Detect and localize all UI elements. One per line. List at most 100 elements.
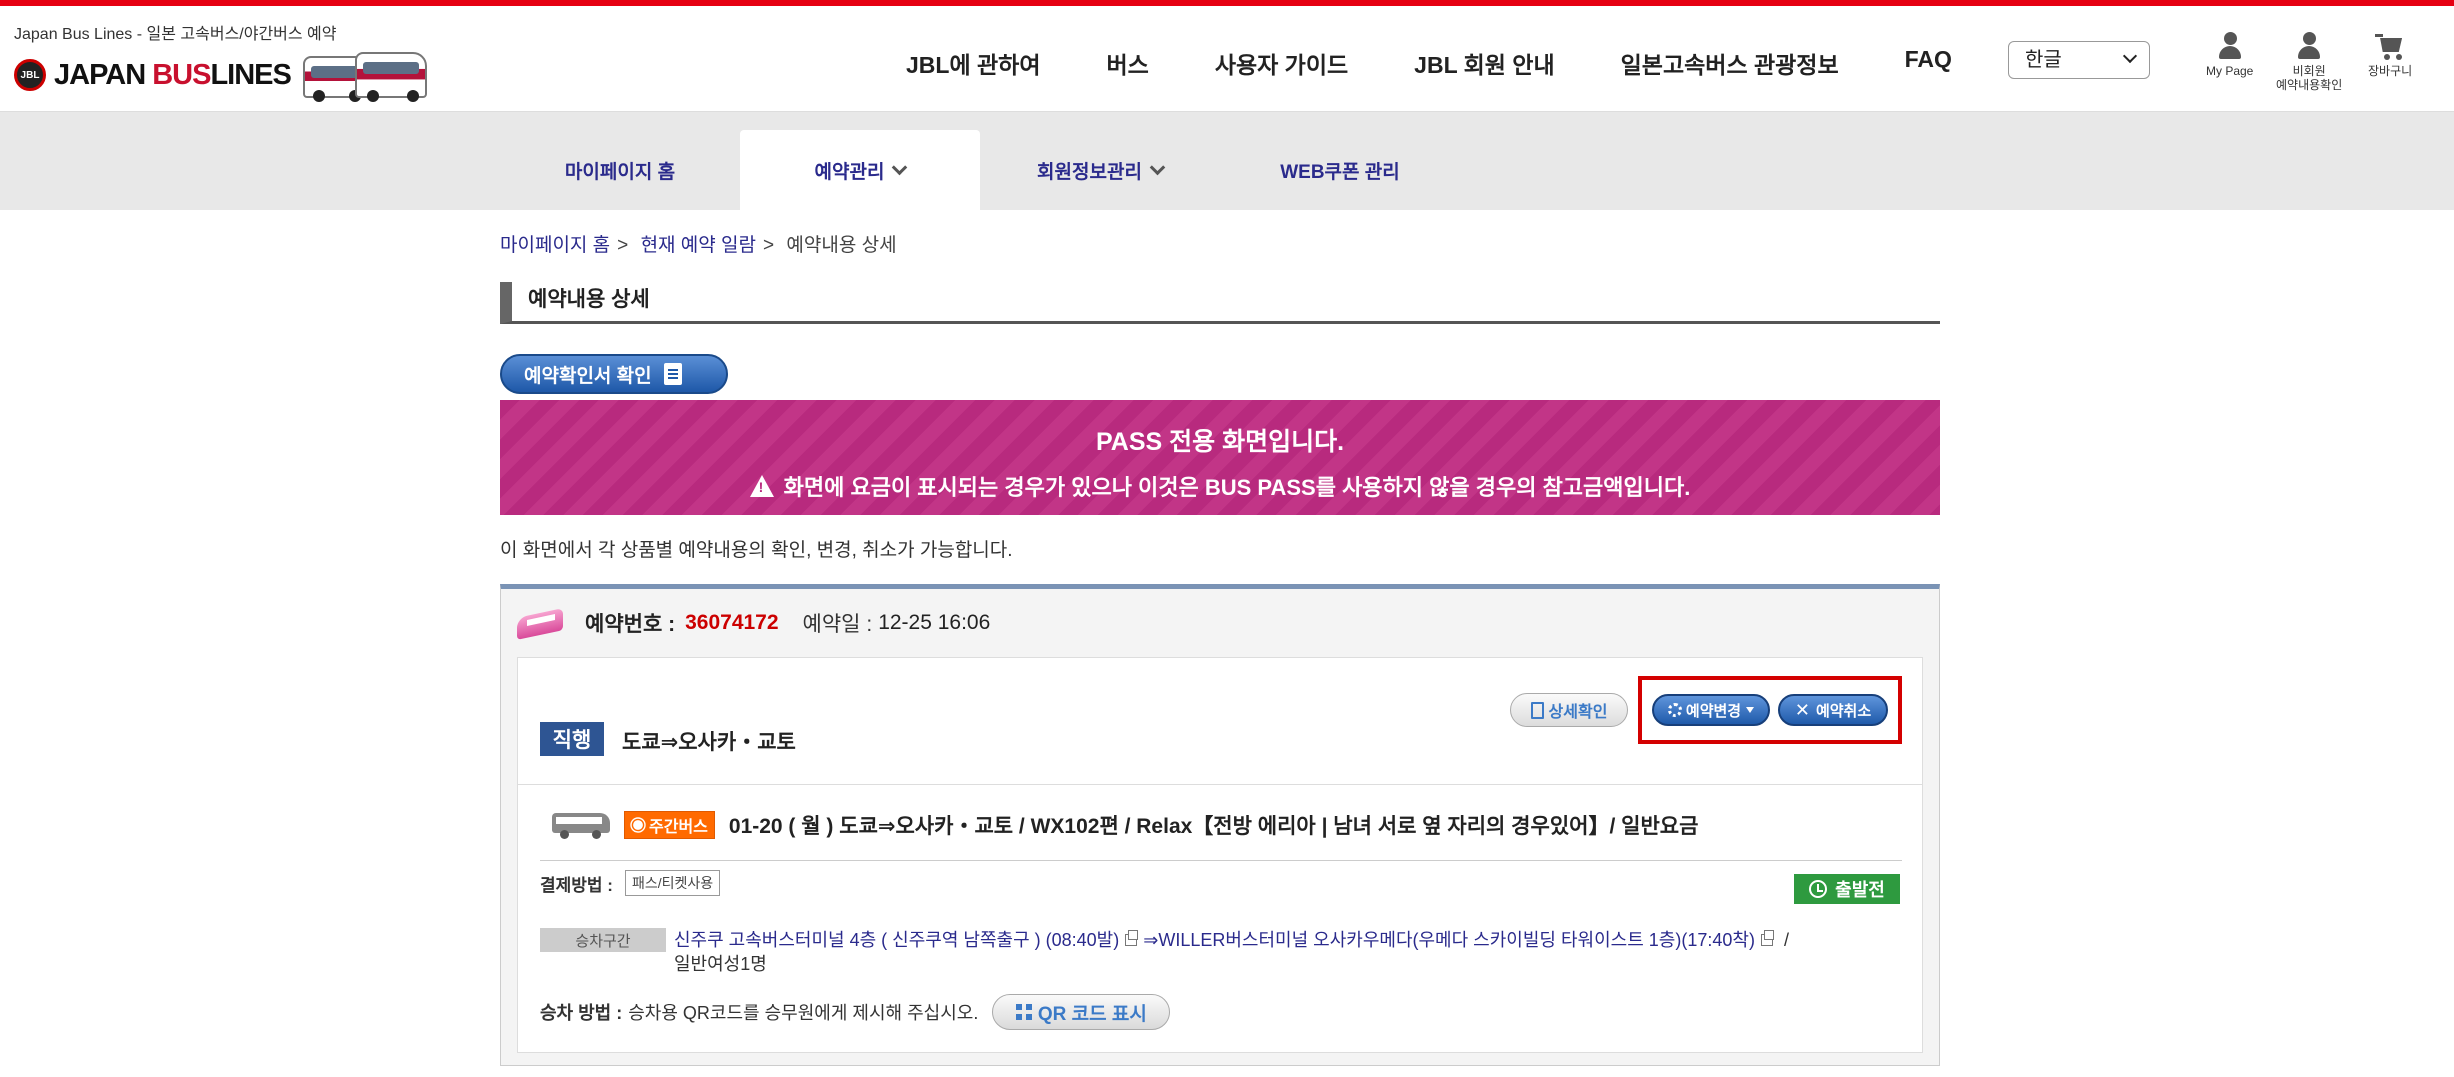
nav-travel-info[interactable]: 일본고속버스 관광정보	[1621, 46, 1839, 80]
segment-divider	[540, 860, 1902, 861]
main-nav: JBL에 관하여 버스 사용자 가이드 JBL 회원 안내 일본고속버스 관광정…	[906, 46, 2018, 80]
banner-warning-text: 화면에 요금이 표시되는 경우가 있으나 이것은 BUS PASS를 사용하지 …	[783, 475, 1691, 500]
departure-stop-link[interactable]: 신주쿠 고속버스터미널 4층 ( 신주쿠역 남쪽출구 ) (08:40발)	[674, 930, 1119, 950]
boarding-section-label: 승차구간	[540, 928, 666, 952]
pass-notice-banner: PASS 전용 화면입니다. 화면에 요금이 표시되는 경우가 있으나 이것은 …	[500, 400, 1940, 515]
guest-reservation-link[interactable]: 비회원 예약내용확인	[2276, 32, 2342, 92]
passenger-count: 일반여성1명	[674, 954, 767, 974]
subnav-mypage-home[interactable]: 마이페이지 홈	[500, 130, 740, 210]
mypage-label: My Page	[2206, 64, 2254, 78]
day-bus-label: 주간버스	[649, 819, 708, 836]
reservation-card: 예약번호 : 36074172 예약일 : 12-25 16:06 상세확인 예…	[500, 584, 1940, 1066]
sun-icon	[633, 820, 643, 830]
day-bus-badge: 주간버스	[624, 811, 715, 839]
boarding-method: 승차 방법 : 승차용 QR코드를 승무원에게 제시해 주십시오. QR 코드 …	[540, 994, 1171, 1030]
qr-code-button[interactable]: QR 코드 표시	[992, 994, 1171, 1030]
logo-word-lines: LINES	[210, 58, 291, 91]
nav-bus[interactable]: 버스	[1106, 46, 1148, 80]
reservation-number: 36074172	[685, 611, 779, 634]
boarding-method-text: 승차용 QR코드를 승무원에게 제시해 주십시오.	[628, 1003, 979, 1023]
subnav-member-info-management[interactable]: 회원정보관리	[980, 130, 1220, 210]
payment-label: 결제방법 :	[540, 875, 613, 895]
caret-down-icon	[1746, 707, 1755, 713]
page-title: 예약내용 상세	[500, 282, 1940, 324]
language-value: 한글	[2025, 49, 2062, 71]
subnav-label: 회원정보관리	[1037, 161, 1142, 183]
nav-about-jbl[interactable]: JBL에 관하여	[906, 46, 1040, 80]
reservation-detail-panel: 상세확인 예약변경 ✕ 예약취소 직행 도쿄⇒오사카・교토 주간버스 01-20…	[517, 657, 1923, 1053]
reservation-actions: 상세확인 예약변경 ✕ 예약취소	[1510, 676, 1902, 744]
reservation-change-button[interactable]: 예약변경	[1652, 694, 1770, 726]
site-header: Japan Bus Lines - 일본 고속버스/야간버스 예약 JBL JA…	[0, 6, 2454, 112]
guest-label-line2: 예약내용확인	[2276, 78, 2343, 92]
boarding-method-label: 승차 방법 :	[540, 1003, 623, 1023]
breadcrumb-current-page: 예약내용 상세	[786, 235, 897, 256]
guest-label-line1: 비회원	[2292, 64, 2326, 78]
reservation-header: 예약번호 : 36074172 예약일 : 12-25 16:06	[501, 589, 1939, 657]
gear-icon	[1667, 703, 1682, 717]
confirmation-button-label: 예약확인서 확인	[524, 365, 652, 387]
cart-link[interactable]: 장바구니	[2368, 32, 2412, 78]
intro-text: 이 화면에서 각 상품별 예약내용의 확인, 변경, 취소가 가능합니다.	[500, 540, 1013, 561]
reservation-date-label: 예약일 :	[802, 613, 873, 636]
highlighted-actions-frame: 예약변경 ✕ 예약취소	[1638, 676, 1902, 744]
banner-title: PASS 전용 화면입니다.	[1095, 428, 1345, 456]
boarding-section-text: 신주쿠 고속버스터미널 4층 ( 신주쿠역 남쪽출구 ) (08:40발) ⇒WI…	[674, 928, 1904, 976]
reservation-cancel-button[interactable]: ✕ 예약취소	[1778, 694, 1888, 726]
qr-code-icon	[1015, 1004, 1032, 1020]
payment-method: 결제방법 : 패스/티켓사용	[540, 870, 721, 896]
person-icon	[2217, 32, 2243, 62]
reservation-number-label: 예약번호 :	[585, 613, 676, 636]
nav-faq[interactable]: FAQ	[1905, 46, 1952, 80]
reservation-cancel-label: 예약취소	[1815, 702, 1872, 720]
external-link-icon[interactable]	[1125, 930, 1139, 946]
bus-icon	[517, 607, 565, 640]
segment-header: 주간버스 01-20 ( 월 ) 도쿄⇒오사카・교토 / WX102편 / Re…	[552, 810, 1698, 840]
payment-value-tag: 패스/티켓사용	[624, 870, 721, 896]
arrival-stop-link[interactable]: ⇒WILLER버스터미널 오사카우메다(우메다 스카이빌딩 타워이스트 1층)(…	[1143, 930, 1755, 950]
status-label: 출발전	[1835, 880, 1885, 900]
site-logo[interactable]: JBL JAPAN BUSLINES	[14, 48, 429, 102]
document-icon	[663, 363, 682, 385]
trip-type-badge: 직행	[540, 722, 604, 756]
bus-icon	[552, 811, 612, 839]
qr-code-label: QR 코드 표시	[1037, 1003, 1147, 1025]
breadcrumb: 마이페이지 홈 > 현재 예약 일람 > 예약내용 상세	[500, 235, 897, 256]
reservation-change-label: 예약변경	[1685, 702, 1742, 720]
person-icon	[2296, 32, 2322, 62]
logo-word-japan: JAPAN	[54, 58, 146, 91]
logo-wordmark: JAPAN BUSLINES	[54, 58, 292, 92]
reservation-date: 12-25 16:06	[878, 611, 991, 634]
chevron-down-icon	[2122, 48, 2138, 64]
breadcrumb-current-reservations[interactable]: 현재 예약 일람	[641, 235, 756, 256]
subnav-label: 마이페이지 홈	[564, 161, 676, 183]
mypage-link[interactable]: My Page	[2206, 32, 2253, 78]
document-icon	[1530, 701, 1544, 719]
breadcrumb-mypage-home[interactable]: 마이페이지 홈	[500, 235, 610, 256]
detail-check-label: 상세확인	[1548, 704, 1608, 721]
trip-route: 도쿄⇒오사카・교토	[622, 731, 796, 754]
reservation-confirmation-button[interactable]: 예약확인서 확인	[500, 354, 728, 394]
subnav-label: 예약관리	[814, 161, 885, 183]
segment-slash: /	[1783, 930, 1789, 950]
section-divider	[518, 784, 1922, 785]
status-badge: 출발전	[1794, 874, 1900, 904]
close-icon: ✕	[1794, 699, 1810, 720]
detail-check-button[interactable]: 상세확인	[1510, 693, 1628, 727]
subnav-reservation-management[interactable]: 예약관리	[740, 130, 980, 210]
mypage-subnav: 마이페이지 홈 예약관리 회원정보관리 WEB쿠폰 관리	[0, 112, 2454, 210]
external-link-icon[interactable]	[1760, 930, 1774, 946]
logo-word-bus: BUS	[152, 58, 211, 91]
banner-warning-line: 화면에 요금이 표시되는 경우가 있으나 이것은 BUS PASS를 사용하지 …	[500, 470, 1940, 502]
chevron-down-icon	[892, 159, 908, 175]
logo-tagline: Japan Bus Lines - 일본 고속버스/야간버스 예약	[14, 26, 337, 43]
chevron-down-icon	[1149, 159, 1166, 175]
nav-user-guide[interactable]: 사용자 가이드	[1215, 46, 1348, 80]
subnav-label: WEB쿠폰 관리	[1280, 161, 1400, 183]
logo-bus-image	[302, 48, 429, 102]
language-select[interactable]: 한글	[2008, 41, 2150, 79]
cart-icon	[2375, 32, 2405, 62]
subnav-web-coupon[interactable]: WEB쿠폰 관리	[1220, 130, 1460, 210]
nav-member-info[interactable]: JBL 회원 안내	[1414, 46, 1554, 80]
logo-badge: JBL	[14, 59, 46, 91]
